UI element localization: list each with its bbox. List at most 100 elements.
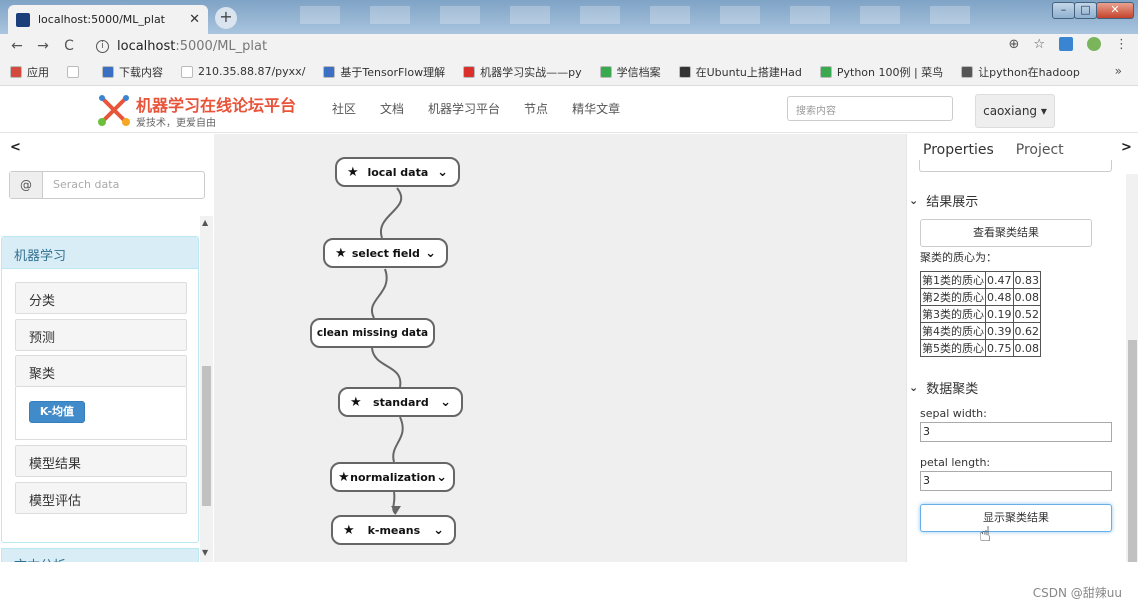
bookmark-item[interactable]: 应用 bbox=[10, 64, 49, 80]
sidebar-item-clustering[interactable]: 聚类 bbox=[15, 355, 187, 387]
section-clustering[interactable]: ⌄ 数据聚类 bbox=[909, 378, 978, 397]
show-clusters-button[interactable]: 显示聚类结果 bbox=[920, 504, 1112, 532]
tab-properties[interactable]: Properties bbox=[923, 142, 994, 158]
chevron-down-icon[interactable]: ⌄ bbox=[433, 523, 444, 538]
bookmark-label: 应用 bbox=[27, 65, 49, 79]
table-cell: 第4类的质心 bbox=[920, 322, 986, 340]
site-info-icon[interactable]: i bbox=[96, 39, 109, 53]
nav-featured[interactable]: 精华文章 bbox=[572, 100, 620, 117]
nav-docs[interactable]: 文档 bbox=[380, 100, 404, 117]
scroll-down-icon[interactable]: ▼ bbox=[202, 548, 208, 557]
bookmarks-more-icon[interactable]: » bbox=[1115, 64, 1122, 78]
table-cell: 0.39 bbox=[985, 322, 1014, 340]
sidebar-item-model-eval[interactable]: 模型评估 bbox=[15, 482, 187, 514]
back-arrow-icon[interactable]: ← bbox=[4, 38, 30, 54]
bookmark-item[interactable]: 学信档案 bbox=[599, 64, 661, 80]
bookmark-item[interactable]: 基于TensorFlow理解 bbox=[323, 64, 445, 80]
petal-length-input[interactable]: 3 bbox=[920, 471, 1112, 491]
scroll-up-icon[interactable]: ▲ bbox=[202, 218, 208, 227]
close-window-button[interactable]: ✕ bbox=[1096, 2, 1134, 19]
new-tab-button[interactable]: + bbox=[215, 7, 237, 29]
site-slogan: 爱技术，更爱自由 bbox=[136, 118, 216, 129]
sidebar-item-classification[interactable]: 分类 bbox=[15, 282, 187, 314]
workflow-canvas[interactable]: ★ local data ⌄ ★ select field ⌄ clean mi… bbox=[214, 134, 906, 562]
bookmark-icon bbox=[102, 65, 114, 78]
translate-icon[interactable]: ⊕ bbox=[1008, 37, 1019, 52]
data-search-input[interactable]: Serach data bbox=[43, 172, 119, 198]
bookmark-item[interactable]: 210.35.88.87/pyxx/ bbox=[181, 65, 305, 78]
table-cell: 0.83 bbox=[1012, 271, 1041, 289]
panel-scrollbar[interactable] bbox=[1126, 174, 1138, 562]
sidebar-item-prediction[interactable]: 预测 bbox=[15, 319, 187, 351]
bookmark-item[interactable]: 在Ubuntu上搭建Had bbox=[678, 64, 802, 80]
accordion-header-text-analysis[interactable]: 文本分析 bbox=[1, 548, 199, 562]
view-clusters-button[interactable]: 查看聚类结果 bbox=[920, 219, 1092, 247]
node-standard[interactable]: ★ standard ⌄ bbox=[338, 387, 463, 417]
bookmark-icon bbox=[599, 65, 612, 78]
truncated-field bbox=[919, 160, 1112, 172]
menu-icon[interactable]: ⋮ bbox=[1115, 37, 1128, 52]
bookmarks-bar: 应用 下载内容 210.35.88.87/pyxx/基于TensorFlow理解 机器… bbox=[0, 58, 1138, 86]
extension-icon[interactable] bbox=[1059, 37, 1073, 51]
accordion-header-ml[interactable]: 机器学习 bbox=[2, 237, 198, 269]
reload-icon[interactable]: C bbox=[56, 38, 82, 54]
collapse-right-icon[interactable]: > bbox=[1121, 140, 1132, 155]
bookmark-icon bbox=[181, 65, 193, 78]
chevron-down-icon[interactable]: ⌄ bbox=[437, 165, 448, 180]
chevron-down-icon[interactable]: ⌄ bbox=[425, 246, 436, 261]
kmeans-button[interactable]: K-均值 bbox=[29, 401, 85, 423]
bookmark-item[interactable]: Python 100例 | 菜鸟 bbox=[819, 64, 943, 80]
bookmark-label: 210.35.88.87/pyxx/ bbox=[198, 65, 306, 78]
site-title[interactable]: 机器学习在线论坛平台 bbox=[136, 92, 296, 116]
main-nav: 社区 文档 机器学习平台 节点 精华文章 bbox=[332, 100, 620, 117]
tab-project[interactable]: Project bbox=[1016, 142, 1064, 158]
site-search-input[interactable]: 搜索内容 bbox=[787, 96, 953, 121]
bookmark-item[interactable]: 让python在hadoop bbox=[961, 64, 1080, 80]
node-select-field[interactable]: ★ select field ⌄ bbox=[323, 238, 448, 268]
node-kmeans[interactable]: ★ k-means ⌄ bbox=[331, 515, 456, 545]
chevron-down-icon[interactable]: ⌄ bbox=[440, 395, 451, 410]
minimize-button[interactable]: – bbox=[1052, 2, 1075, 19]
panel-tabs: Properties Project bbox=[923, 142, 1064, 158]
bookmark-icon bbox=[961, 65, 974, 78]
node-local-data[interactable]: ★ local data ⌄ bbox=[335, 157, 460, 187]
nav-community[interactable]: 社区 bbox=[332, 100, 356, 117]
bookmark-item[interactable]: 下载内容 bbox=[102, 64, 163, 80]
node-label: standard bbox=[373, 395, 429, 409]
nav-ml-platform[interactable]: 机器学习平台 bbox=[428, 100, 500, 117]
bookmark-icon bbox=[678, 65, 691, 78]
left-sidebar: < @ Serach data ▲ ▼ 机器学习 分类 预测 聚类 K-均值 模… bbox=[0, 134, 214, 562]
chevron-down-icon[interactable]: ⌄ bbox=[436, 470, 447, 485]
sepal-width-input[interactable]: 3 bbox=[920, 422, 1112, 442]
section-title: 数据聚类 bbox=[926, 382, 979, 397]
user-menu-button[interactable]: caoxiang ▾ bbox=[975, 94, 1055, 128]
scrollbar-thumb[interactable] bbox=[1128, 340, 1137, 562]
collapse-left-icon[interactable]: < bbox=[10, 140, 21, 155]
tab-close-icon[interactable]: ✕ bbox=[189, 12, 200, 27]
scrollbar-thumb[interactable] bbox=[202, 366, 211, 506]
table-cell: 0.08 bbox=[1012, 288, 1041, 306]
node-normalization[interactable]: ★ normalization ⌄ bbox=[330, 462, 455, 492]
bookmark-item[interactable]: 机器学习实战——py bbox=[463, 64, 582, 80]
table-cell: 第5类的质心 bbox=[920, 339, 986, 357]
section-title: 结果展示 bbox=[926, 195, 979, 210]
address-bar[interactable]: localhost:5000/ML_plat bbox=[117, 39, 267, 54]
star-icon: ★ bbox=[343, 522, 355, 538]
bookmark-icon bbox=[67, 65, 79, 78]
extension-icon-2[interactable] bbox=[1087, 37, 1101, 51]
bookmark-star-icon[interactable]: ☆ bbox=[1033, 37, 1045, 52]
tab-title: localhost:5000/ML_plat bbox=[38, 13, 165, 26]
forward-arrow-icon[interactable]: → bbox=[30, 38, 56, 54]
bookmark-item[interactable] bbox=[67, 65, 84, 78]
browser-tab[interactable]: localhost:5000/ML_plat ✕ bbox=[8, 5, 208, 34]
sidebar-scrollbar[interactable]: ▲ ▼ bbox=[200, 216, 213, 562]
table-cell: 0.62 bbox=[1012, 322, 1041, 340]
section-results[interactable]: ⌄ 结果展示 bbox=[909, 191, 978, 210]
node-clean-missing-data[interactable]: clean missing data bbox=[310, 318, 435, 348]
sidebar-item-model-results[interactable]: 模型结果 bbox=[15, 445, 187, 477]
browser-toolbar: ← → C i localhost:5000/ML_plat ⊕ ☆ ⋮ bbox=[0, 34, 1138, 58]
field-label-petal-length: petal length: bbox=[920, 456, 991, 469]
nav-nodes[interactable]: 节点 bbox=[524, 100, 548, 117]
maximize-button[interactable]: □ bbox=[1074, 2, 1097, 19]
table-cell: 0.75 bbox=[985, 339, 1014, 357]
